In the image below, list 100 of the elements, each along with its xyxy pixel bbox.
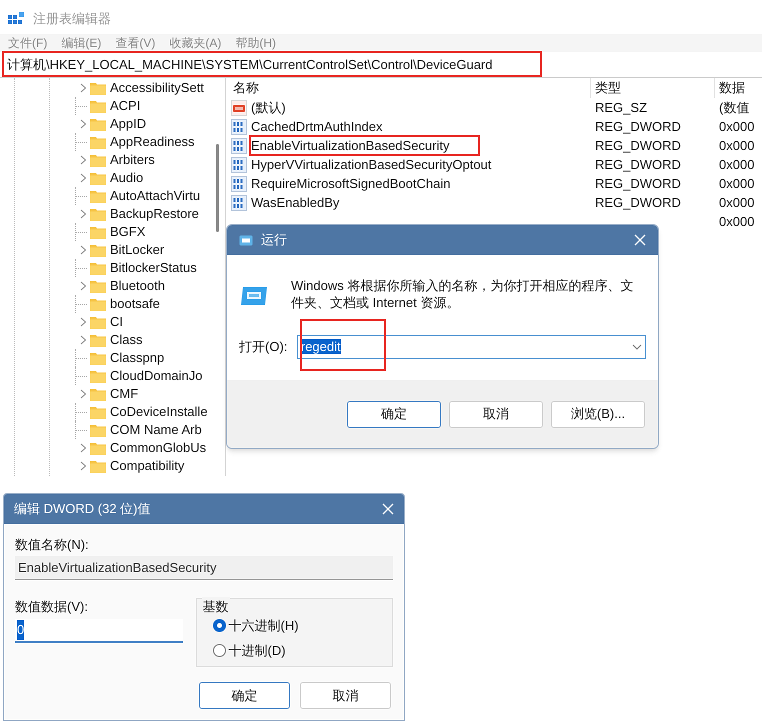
binary-value-icon <box>231 176 247 192</box>
folder-icon <box>90 316 106 328</box>
column-header[interactable]: 类型 <box>591 78 715 98</box>
value-type: REG_DWORD <box>595 156 681 172</box>
folder-icon <box>90 406 106 418</box>
dialog-button[interactable]: 取消 <box>300 682 391 709</box>
value-type: REG_DWORD <box>595 176 681 191</box>
tree-item[interactable]: AppID <box>110 114 146 134</box>
value-name[interactable]: HyperVVirtualizationBasedSecurityOptout <box>249 154 494 175</box>
radio-option[interactable]: 十六进制(H) <box>212 616 392 635</box>
binary-value-icon <box>231 138 247 154</box>
dialog-button[interactable]: 浏览(B)... <box>551 400 645 428</box>
dialog-button[interactable]: 确定 <box>347 400 441 428</box>
tree-item[interactable]: CoDeviceInstalle <box>110 402 208 422</box>
tree-item[interactable]: CMF <box>110 384 138 404</box>
scroll-thumb[interactable] <box>216 144 218 232</box>
dialog-title: 编辑 DWORD (32 位)值 <box>14 500 152 518</box>
value-type: REG_DWORD <box>595 138 681 153</box>
value-data: (数值 <box>718 98 750 117</box>
folder-icon <box>90 100 106 112</box>
folder-icon <box>90 190 106 202</box>
value-name[interactable]: CachedDrtmAuthIndex <box>249 116 385 137</box>
folder-icon <box>90 352 106 364</box>
tree-item[interactable]: CommonGlobUs <box>110 438 206 458</box>
field-label: 打开(O): <box>239 338 288 356</box>
column-header[interactable]: 名称 <box>229 78 591 98</box>
tree-item[interactable]: Bluetooth <box>110 276 165 296</box>
value-data: 0x000 <box>718 194 754 212</box>
folder-icon <box>90 460 106 472</box>
chevron-right-icon[interactable] <box>80 83 87 93</box>
address-bar[interactable]: 计算机\HKEY_LOCAL_MACHINE\SYSTEM\CurrentControlSet\Control\DeviceGuard <box>0 54 492 74</box>
value-name[interactable]: EnableVirtualizationBasedSecurity <box>249 135 480 156</box>
dialog-button[interactable]: 取消 <box>449 400 543 428</box>
value-data: 0x000 <box>718 156 754 174</box>
tree-item[interactable]: CI <box>110 312 123 332</box>
tree-item[interactable]: CloudDomainJo <box>110 366 202 386</box>
command-field[interactable]: regedit <box>296 335 646 359</box>
binary-value-icon <box>231 194 247 210</box>
field-label: 数值数据(V): <box>15 598 89 615</box>
value-type: REG_DWORD <box>595 194 681 210</box>
value-data: 0x000 <box>718 212 754 231</box>
tree-item[interactable]: bootsafe <box>110 294 160 314</box>
tree-item[interactable]: Class <box>110 330 143 350</box>
folder-icon <box>90 226 106 238</box>
value-data: 0x000 <box>718 174 754 193</box>
folder-icon <box>90 208 106 220</box>
tree-item[interactable]: AutoAttachVirtu <box>110 186 200 206</box>
run-icon <box>239 285 269 307</box>
value-data-field[interactable]: 0 <box>15 619 183 643</box>
tree-item[interactable]: Arbiters <box>110 150 155 170</box>
chevron-right-icon[interactable] <box>80 281 87 291</box>
tree-item[interactable]: Compatibility <box>110 456 184 476</box>
tree-item[interactable]: BitLocker <box>110 240 164 260</box>
value-name-field[interactable]: EnableVirtualizationBasedSecurity <box>15 556 393 580</box>
registry-app-icon <box>8 11 25 27</box>
folder-icon <box>90 244 106 256</box>
folder-icon <box>90 136 106 148</box>
column-header[interactable]: 数据 <box>715 78 745 98</box>
close-icon[interactable] <box>382 503 394 515</box>
tree-item[interactable]: Classpnp <box>110 348 164 368</box>
tree-item[interactable]: BackupRestore <box>110 204 199 224</box>
folder-icon <box>90 334 106 346</box>
folder-icon <box>90 370 106 382</box>
tree-item[interactable]: AccessibilitySett <box>110 78 204 98</box>
window-title: 注册表编辑器 <box>33 10 111 28</box>
run-icon <box>239 234 253 246</box>
value-name[interactable]: WasEnabledBy <box>249 192 342 213</box>
dialog-title: 运行 <box>261 231 288 250</box>
value-type: REG_DWORD <box>595 118 681 134</box>
dialog-button[interactable]: 确定 <box>199 682 290 709</box>
chevron-right-icon[interactable] <box>80 119 87 129</box>
tree-item[interactable]: BGFX <box>110 222 146 242</box>
folder-icon <box>90 280 106 292</box>
value-data: 0x000 <box>718 136 754 155</box>
value-data: 0x000 <box>718 118 754 136</box>
chevron-right-icon[interactable] <box>80 389 87 399</box>
value-name[interactable]: RequireMicrosoftSignedBootChain <box>249 173 452 194</box>
folder-icon <box>90 298 106 310</box>
value-name[interactable]: (默认) <box>249 97 288 118</box>
string-value-icon <box>231 100 247 116</box>
folder-icon <box>90 262 106 274</box>
field-label: 数值名称(N): <box>15 536 90 553</box>
folder-icon <box>90 118 106 130</box>
binary-value-icon <box>231 118 247 134</box>
tree-item[interactable]: AppReadiness <box>110 132 195 152</box>
dialog-description: Windows 将根据你所输入的名称，为你打开相应的程序、文件夹、文档或 Internet 资源。 <box>291 277 634 312</box>
folder-icon <box>90 82 106 94</box>
binary-value-icon <box>231 156 247 172</box>
tree-item[interactable]: ACPI <box>110 96 140 116</box>
radio-option[interactable]: 十进制(D) <box>212 641 392 660</box>
chevron-right-icon[interactable] <box>80 245 87 255</box>
close-icon[interactable] <box>634 234 646 246</box>
folder-icon <box>90 442 106 454</box>
tree-item[interactable]: COM Name Arb <box>110 420 202 440</box>
folder-icon <box>90 424 106 436</box>
folder-icon <box>90 388 106 400</box>
tree-item[interactable]: BitlockerStatus <box>110 258 197 278</box>
value-type: REG_SZ <box>595 100 648 115</box>
tree-item[interactable]: Audio <box>110 168 144 188</box>
chevron-right-icon[interactable] <box>80 209 87 219</box>
